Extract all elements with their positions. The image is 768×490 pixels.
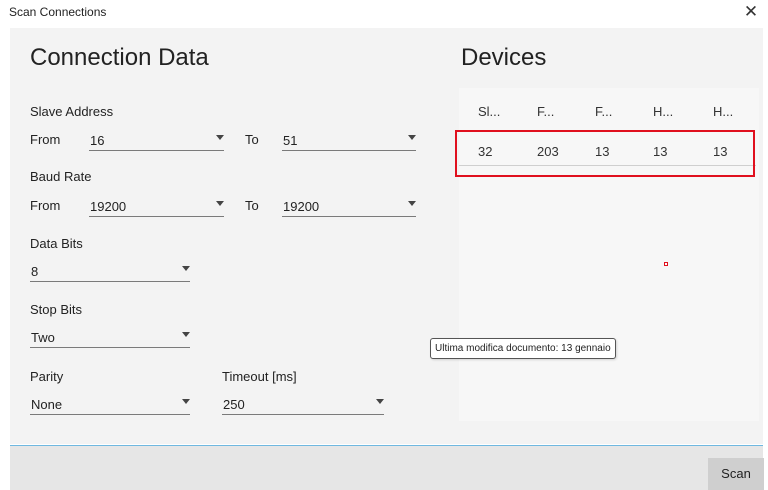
- chevron-down-icon: [216, 135, 224, 140]
- baud-rate-label: Baud Rate: [30, 169, 92, 184]
- baud-to-label: To: [245, 198, 259, 213]
- timeout-select[interactable]: 250: [222, 395, 384, 415]
- slave-to-select[interactable]: 51: [282, 131, 416, 151]
- baud-from-label: From: [30, 198, 61, 213]
- tooltip: Ultima modifica documento: 13 gennaio: [430, 338, 616, 359]
- timeout-label: Timeout [ms]: [222, 369, 297, 384]
- devices-heading: Devices: [461, 44, 547, 71]
- slave-to-value: 51: [283, 133, 298, 148]
- slave-from-label: From: [30, 132, 61, 147]
- slave-from-value: 16: [90, 133, 105, 148]
- footer-bar: Scan: [10, 445, 764, 490]
- baud-to-value: 19200: [283, 199, 320, 214]
- stop-bits-label: Stop Bits: [30, 302, 83, 317]
- column-header[interactable]: H...: [713, 104, 733, 119]
- chevron-down-icon: [182, 332, 190, 337]
- window-title: Scan Connections: [9, 5, 107, 19]
- chevron-down-icon: [408, 201, 416, 206]
- parity-label: Parity: [30, 369, 64, 384]
- chevron-down-icon: [376, 399, 384, 404]
- column-header[interactable]: Sl...: [478, 104, 500, 119]
- row-highlight-annotation: [455, 130, 755, 177]
- parity-value: None: [31, 397, 63, 412]
- timeout-value: 250: [223, 397, 245, 412]
- column-header[interactable]: F...: [595, 104, 612, 119]
- data-bits-value: 8: [31, 264, 39, 279]
- red-marker: [664, 262, 668, 266]
- data-bits-label: Data Bits: [30, 236, 83, 251]
- title-bar: Scan Connections ✕: [0, 0, 768, 26]
- chevron-down-icon: [408, 135, 416, 140]
- chevron-down-icon: [182, 266, 190, 271]
- chevron-down-icon: [182, 399, 190, 404]
- close-icon[interactable]: ✕: [740, 0, 762, 24]
- baud-from-value: 19200: [90, 199, 127, 214]
- slave-address-label: Slave Address: [30, 104, 114, 119]
- baud-from-select[interactable]: 19200: [89, 197, 224, 217]
- column-header[interactable]: H...: [653, 104, 673, 119]
- slave-from-select[interactable]: 16: [89, 131, 224, 151]
- scan-button[interactable]: Scan: [708, 458, 764, 490]
- stop-bits-value: Two: [31, 330, 55, 345]
- chevron-down-icon: [216, 201, 224, 206]
- baud-to-select[interactable]: 19200: [282, 197, 416, 217]
- column-header[interactable]: F...: [537, 104, 554, 119]
- data-bits-select[interactable]: 8: [30, 262, 190, 282]
- connection-data-heading: Connection Data: [30, 44, 209, 71]
- slave-to-label: To: [245, 132, 259, 147]
- stop-bits-select[interactable]: Two: [30, 328, 190, 348]
- parity-select[interactable]: None: [30, 395, 190, 415]
